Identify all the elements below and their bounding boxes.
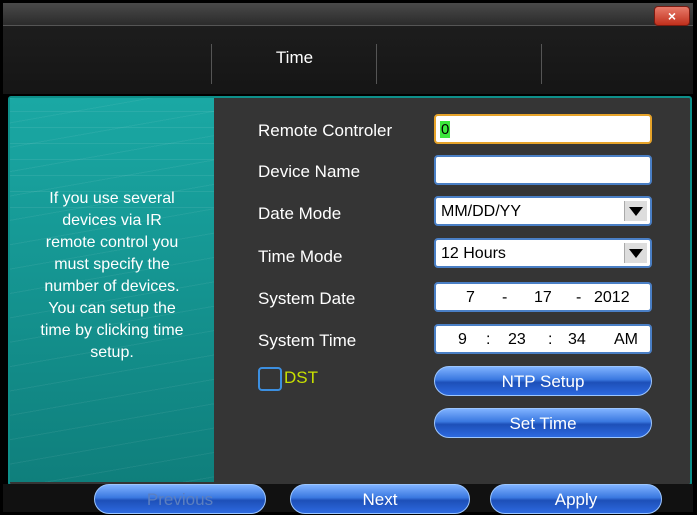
remote-controler-label: Remote Controler	[258, 121, 393, 140]
device-name-input[interactable]	[434, 155, 652, 185]
tab-empty-3[interactable]	[541, 44, 694, 84]
date-separator: -	[502, 289, 508, 306]
date-day[interactable]: 17	[534, 289, 552, 307]
system-time-input[interactable]: 9 : 23 : 34 AM	[434, 324, 652, 354]
tab-empty-2[interactable]	[376, 44, 542, 84]
help-panel: If you use several devices via IR remote…	[10, 98, 214, 482]
time-hour[interactable]: 9	[458, 331, 467, 349]
time-mode-select[interactable]: 12 Hours	[434, 238, 652, 268]
date-month[interactable]: 7	[466, 289, 475, 307]
time-mode-value: 12 Hours	[441, 245, 506, 262]
time-ampm[interactable]: AM	[614, 331, 638, 349]
dst-checkbox[interactable]	[258, 367, 282, 391]
date-mode-select[interactable]: MM/DD/YY	[434, 196, 652, 226]
previous-button[interactable]: Previous	[94, 484, 266, 514]
dropdown-arrow-icon[interactable]	[624, 243, 647, 263]
tab-empty-1[interactable]	[3, 44, 211, 84]
tab-bar: Time	[3, 26, 693, 94]
system-date-label: System Date	[258, 289, 356, 308]
remote-controler-input[interactable]: 0	[434, 114, 652, 144]
date-year[interactable]: 2012	[594, 289, 630, 307]
device-name-label: Device Name	[258, 162, 361, 181]
set-time-button[interactable]: Set Time	[434, 408, 652, 438]
tab-time[interactable]: Time	[211, 44, 377, 84]
time-second[interactable]: 34	[568, 331, 586, 349]
next-button[interactable]: Next	[290, 484, 470, 514]
date-mode-value: MM/DD/YY	[441, 203, 521, 220]
system-date-input[interactable]: 7 - 17 - 2012	[434, 282, 652, 312]
date-separator: -	[576, 289, 582, 306]
ntp-setup-button[interactable]: NTP Setup	[434, 366, 652, 396]
date-mode-label: Date Mode	[258, 204, 342, 223]
time-separator: :	[486, 331, 491, 348]
time-settings-window: × Time If you use several devices via IR…	[0, 0, 697, 515]
time-separator: :	[548, 331, 553, 348]
dropdown-arrow-icon[interactable]	[624, 201, 647, 221]
system-time-label: System Time	[258, 331, 357, 350]
apply-button[interactable]: Apply	[490, 484, 662, 514]
time-minute[interactable]: 23	[508, 331, 526, 349]
tab-label: Time	[275, 48, 314, 67]
dst-label[interactable]: DST	[284, 368, 318, 388]
close-button[interactable]: ×	[654, 6, 690, 26]
remote-controler-value: 0	[440, 121, 451, 138]
title-bar: ×	[3, 3, 693, 26]
time-mode-label: Time Mode	[258, 247, 343, 266]
help-text: If you use several devices via IR remote…	[40, 190, 184, 361]
